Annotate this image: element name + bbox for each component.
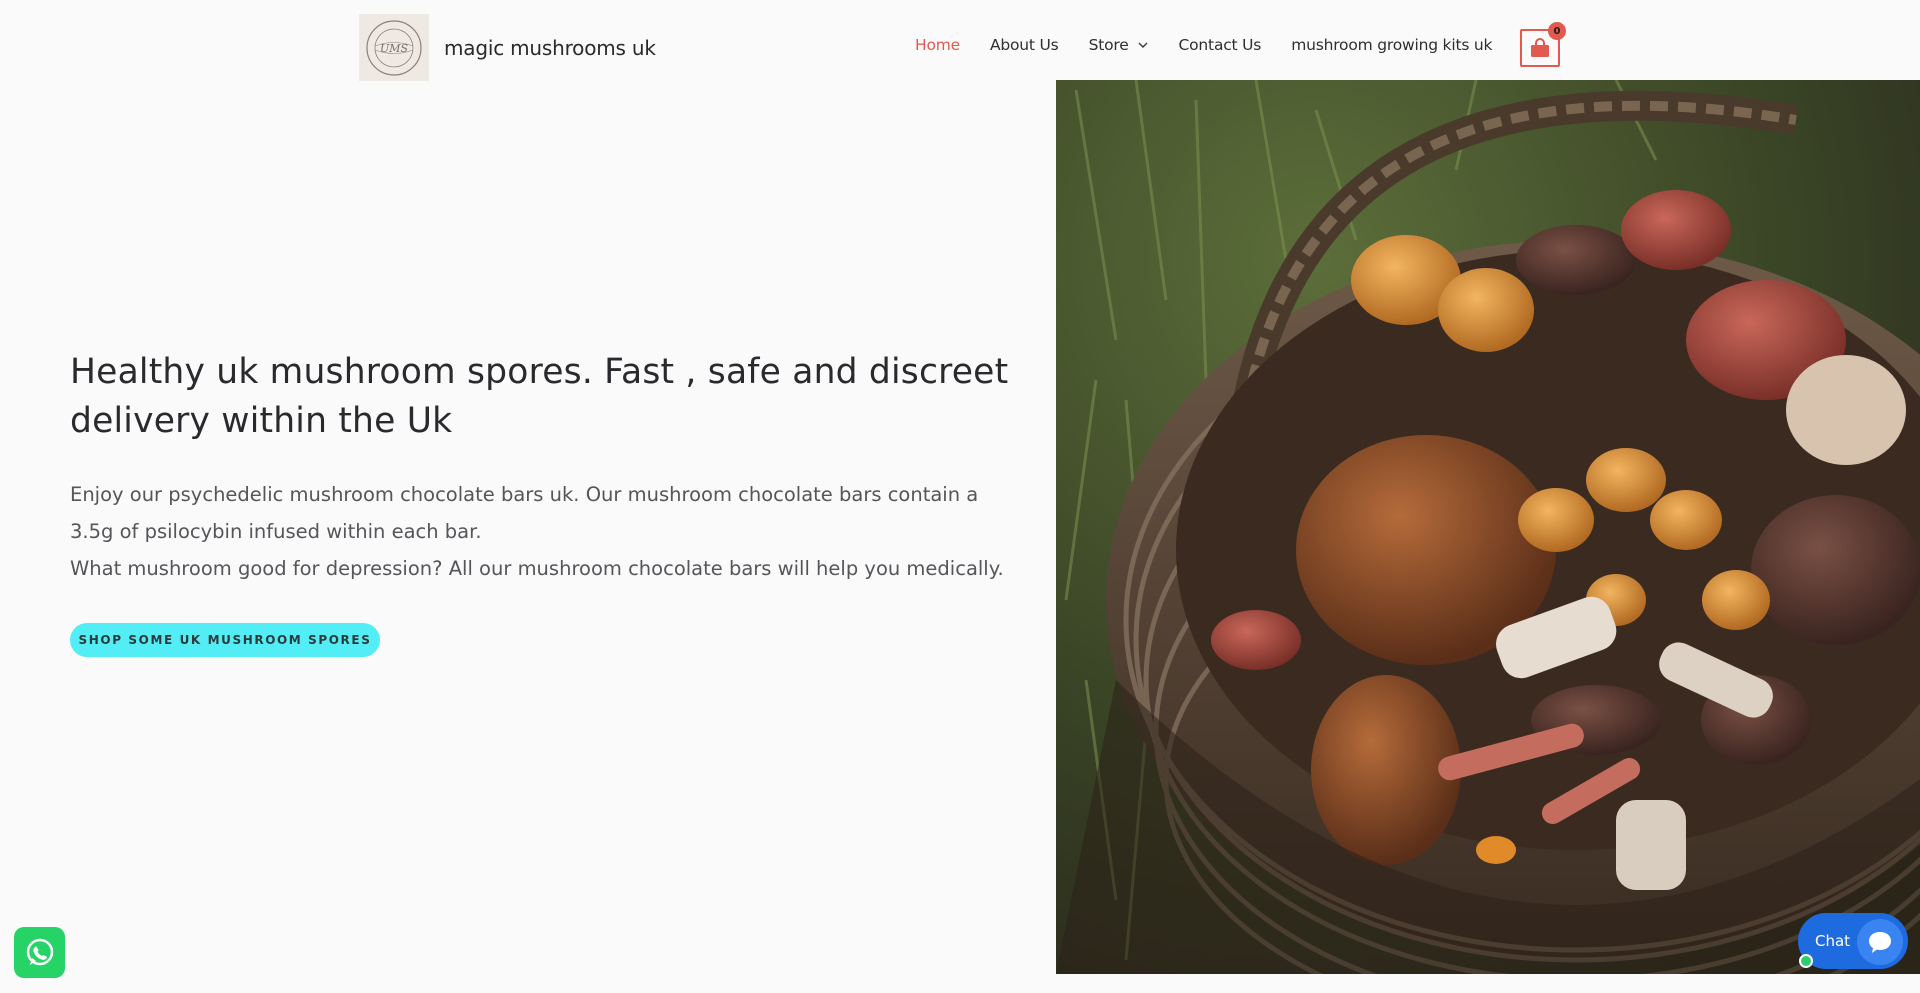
site-header: UMS magic mushrooms uk Home About Us Sto… bbox=[0, 0, 1920, 81]
chat-bubble-icon bbox=[1857, 919, 1903, 965]
online-status-dot bbox=[1799, 954, 1813, 968]
nav-item-home[interactable]: Home bbox=[915, 36, 960, 54]
whatsapp-button[interactable] bbox=[14, 927, 65, 978]
site-logo[interactable]: UMS bbox=[359, 14, 429, 81]
nav-label: Store bbox=[1088, 36, 1129, 54]
nav-label: Home bbox=[915, 36, 960, 54]
hero-title: Healthy uk mushroom spores. Fast , safe … bbox=[70, 352, 1009, 441]
nav-item-about-us[interactable]: About Us bbox=[990, 36, 1059, 54]
nav-item-store[interactable]: Store bbox=[1089, 36, 1149, 54]
nav-item-contact-us[interactable]: Contact Us bbox=[1179, 36, 1262, 54]
nav-label: mushroom growing kits uk bbox=[1291, 36, 1493, 54]
logo-seal-icon: UMS bbox=[366, 19, 422, 76]
nav-item-growing-kits[interactable]: mushroom growing kits uk bbox=[1291, 36, 1492, 54]
hero-section: Healthy uk mushroom spores. Fast , safe … bbox=[70, 348, 1010, 657]
speech-bubble-icon bbox=[1869, 932, 1891, 953]
chevron-down-icon bbox=[1138, 42, 1148, 48]
hero-image bbox=[1056, 80, 1920, 974]
site-branding: UMS magic mushrooms uk bbox=[359, 14, 656, 81]
nav-label: About Us bbox=[989, 36, 1059, 54]
whatsapp-icon bbox=[26, 938, 53, 965]
shopping-bag-icon bbox=[1531, 38, 1549, 57]
mushroom-basket-photo bbox=[1056, 80, 1920, 974]
chat-widget-button[interactable]: Chat bbox=[1798, 913, 1908, 969]
hero-description: Enjoy our psychedelic mushroom chocolate… bbox=[70, 476, 1010, 587]
hero-paragraph-1: Enjoy our psychedelic mushroom chocolate… bbox=[70, 483, 979, 543]
chat-label: Chat bbox=[1815, 932, 1851, 950]
main-navigation: Home About Us Store Contact Us mushroom … bbox=[915, 36, 1493, 54]
cart-button[interactable]: 0 bbox=[1520, 22, 1566, 67]
nav-label: Contact Us bbox=[1178, 36, 1262, 54]
shop-spores-button[interactable]: SHOP SOME UK MUSHROOM SPORES bbox=[70, 623, 380, 657]
cart-count-badge: 0 bbox=[1548, 22, 1566, 40]
hero-paragraph-2: What mushroom good for depression? All o… bbox=[70, 557, 1004, 580]
svg-text:UMS: UMS bbox=[380, 42, 409, 55]
site-title[interactable]: magic mushrooms uk bbox=[444, 36, 656, 60]
